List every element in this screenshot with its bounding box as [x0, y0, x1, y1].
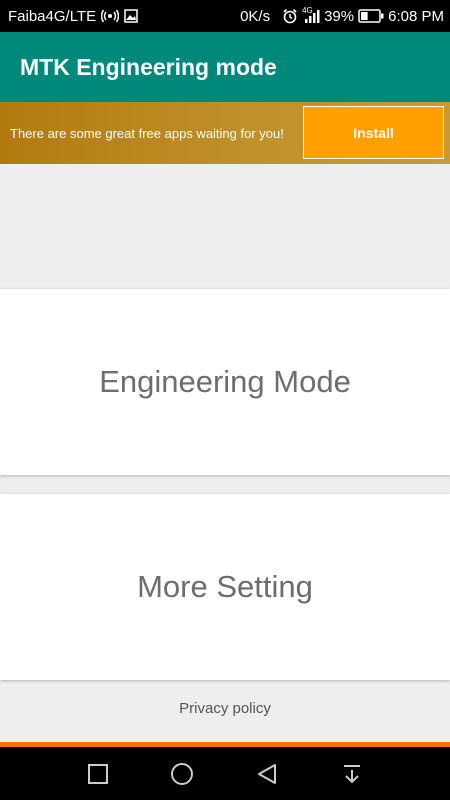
- engineering-mode-button[interactable]: Engineering Mode: [0, 289, 450, 475]
- install-button[interactable]: Install: [303, 106, 444, 159]
- battery-percent: 39%: [324, 7, 355, 25]
- wifi-hotspot-icon: [101, 9, 120, 23]
- ad-text: There are some great free apps waiting f…: [10, 125, 284, 141]
- more-setting-label: More Setting: [137, 569, 313, 604]
- app-title: MTK Engineering mode: [20, 53, 277, 80]
- privacy-policy-link[interactable]: Privacy policy: [0, 700, 450, 717]
- more-setting-button[interactable]: More Setting: [0, 494, 450, 680]
- recent-apps-icon[interactable]: [86, 762, 110, 786]
- alarm-icon: [282, 8, 298, 24]
- clock: 6:08 PM: [388, 7, 444, 25]
- carrier-label: Faiba4G/LTE: [8, 7, 97, 25]
- back-icon[interactable]: [255, 762, 279, 786]
- ad-banner[interactable]: There are some great free apps waiting f…: [0, 102, 450, 164]
- battery-icon: [358, 9, 384, 23]
- home-icon[interactable]: [170, 762, 194, 786]
- status-right: 0K/s 4G 39% 6:08 PM: [240, 6, 444, 25]
- network-speed: 0K/s: [240, 7, 271, 25]
- engineering-mode-label: Engineering Mode: [99, 364, 351, 399]
- notification-pull-icon[interactable]: [340, 762, 364, 786]
- image-icon: [124, 9, 138, 23]
- status-bar: Faiba4G/LTE 0K/s 4G 39% 6:08 PM: [0, 0, 450, 32]
- signal-icon: 4G: [302, 6, 320, 24]
- navigation-bar: [0, 747, 450, 800]
- status-left: Faiba4G/LTE: [8, 8, 138, 25]
- app-bar: MTK Engineering mode: [0, 32, 450, 102]
- network-type-label: 4G: [302, 6, 313, 15]
